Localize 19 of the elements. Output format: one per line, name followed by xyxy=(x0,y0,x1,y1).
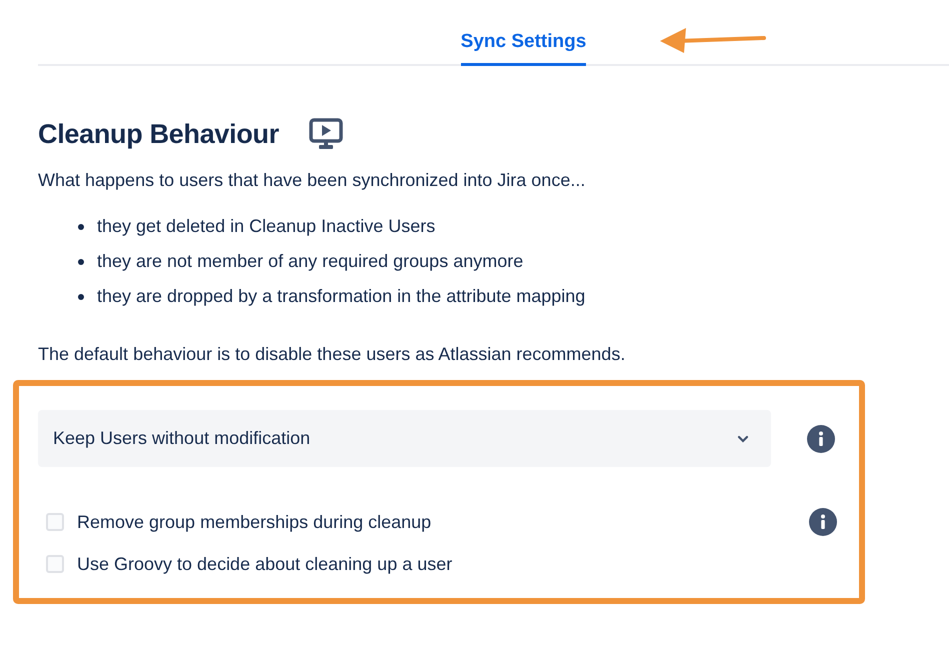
checkbox[interactable] xyxy=(46,555,64,573)
bullet-text: they get deleted in Cleanup Inactive Users xyxy=(97,216,436,237)
bullet-icon xyxy=(78,294,84,300)
checkbox-label: Remove group memberships during cleanup xyxy=(77,512,432,532)
note-text: The default behaviour is to disable these users as Atlassian recommends. xyxy=(38,344,626,365)
checkbox[interactable] xyxy=(46,513,64,531)
bullet-icon xyxy=(78,224,84,230)
bullet-icon xyxy=(78,258,84,264)
intro-text: What happens to users that have been synchronized into Jira once... xyxy=(38,170,586,191)
bullet-text: they are not member of any required groups anymore xyxy=(97,251,524,272)
checkbox-label: Use Groovy to decide about cleaning up a user xyxy=(77,554,452,574)
info-icon[interactable] xyxy=(807,424,835,452)
monitor-play-icon xyxy=(308,118,343,150)
bullet-text: they are dropped by a transformation in the attribute mapping xyxy=(97,286,586,307)
dropdown[interactable]: Keep Users without modification xyxy=(38,410,771,467)
tab[interactable]: Sync Settings xyxy=(460,31,586,66)
chevron-down-icon xyxy=(737,434,749,442)
info-icon[interactable] xyxy=(809,508,837,536)
section-heading: Cleanup Behaviour xyxy=(38,118,279,150)
